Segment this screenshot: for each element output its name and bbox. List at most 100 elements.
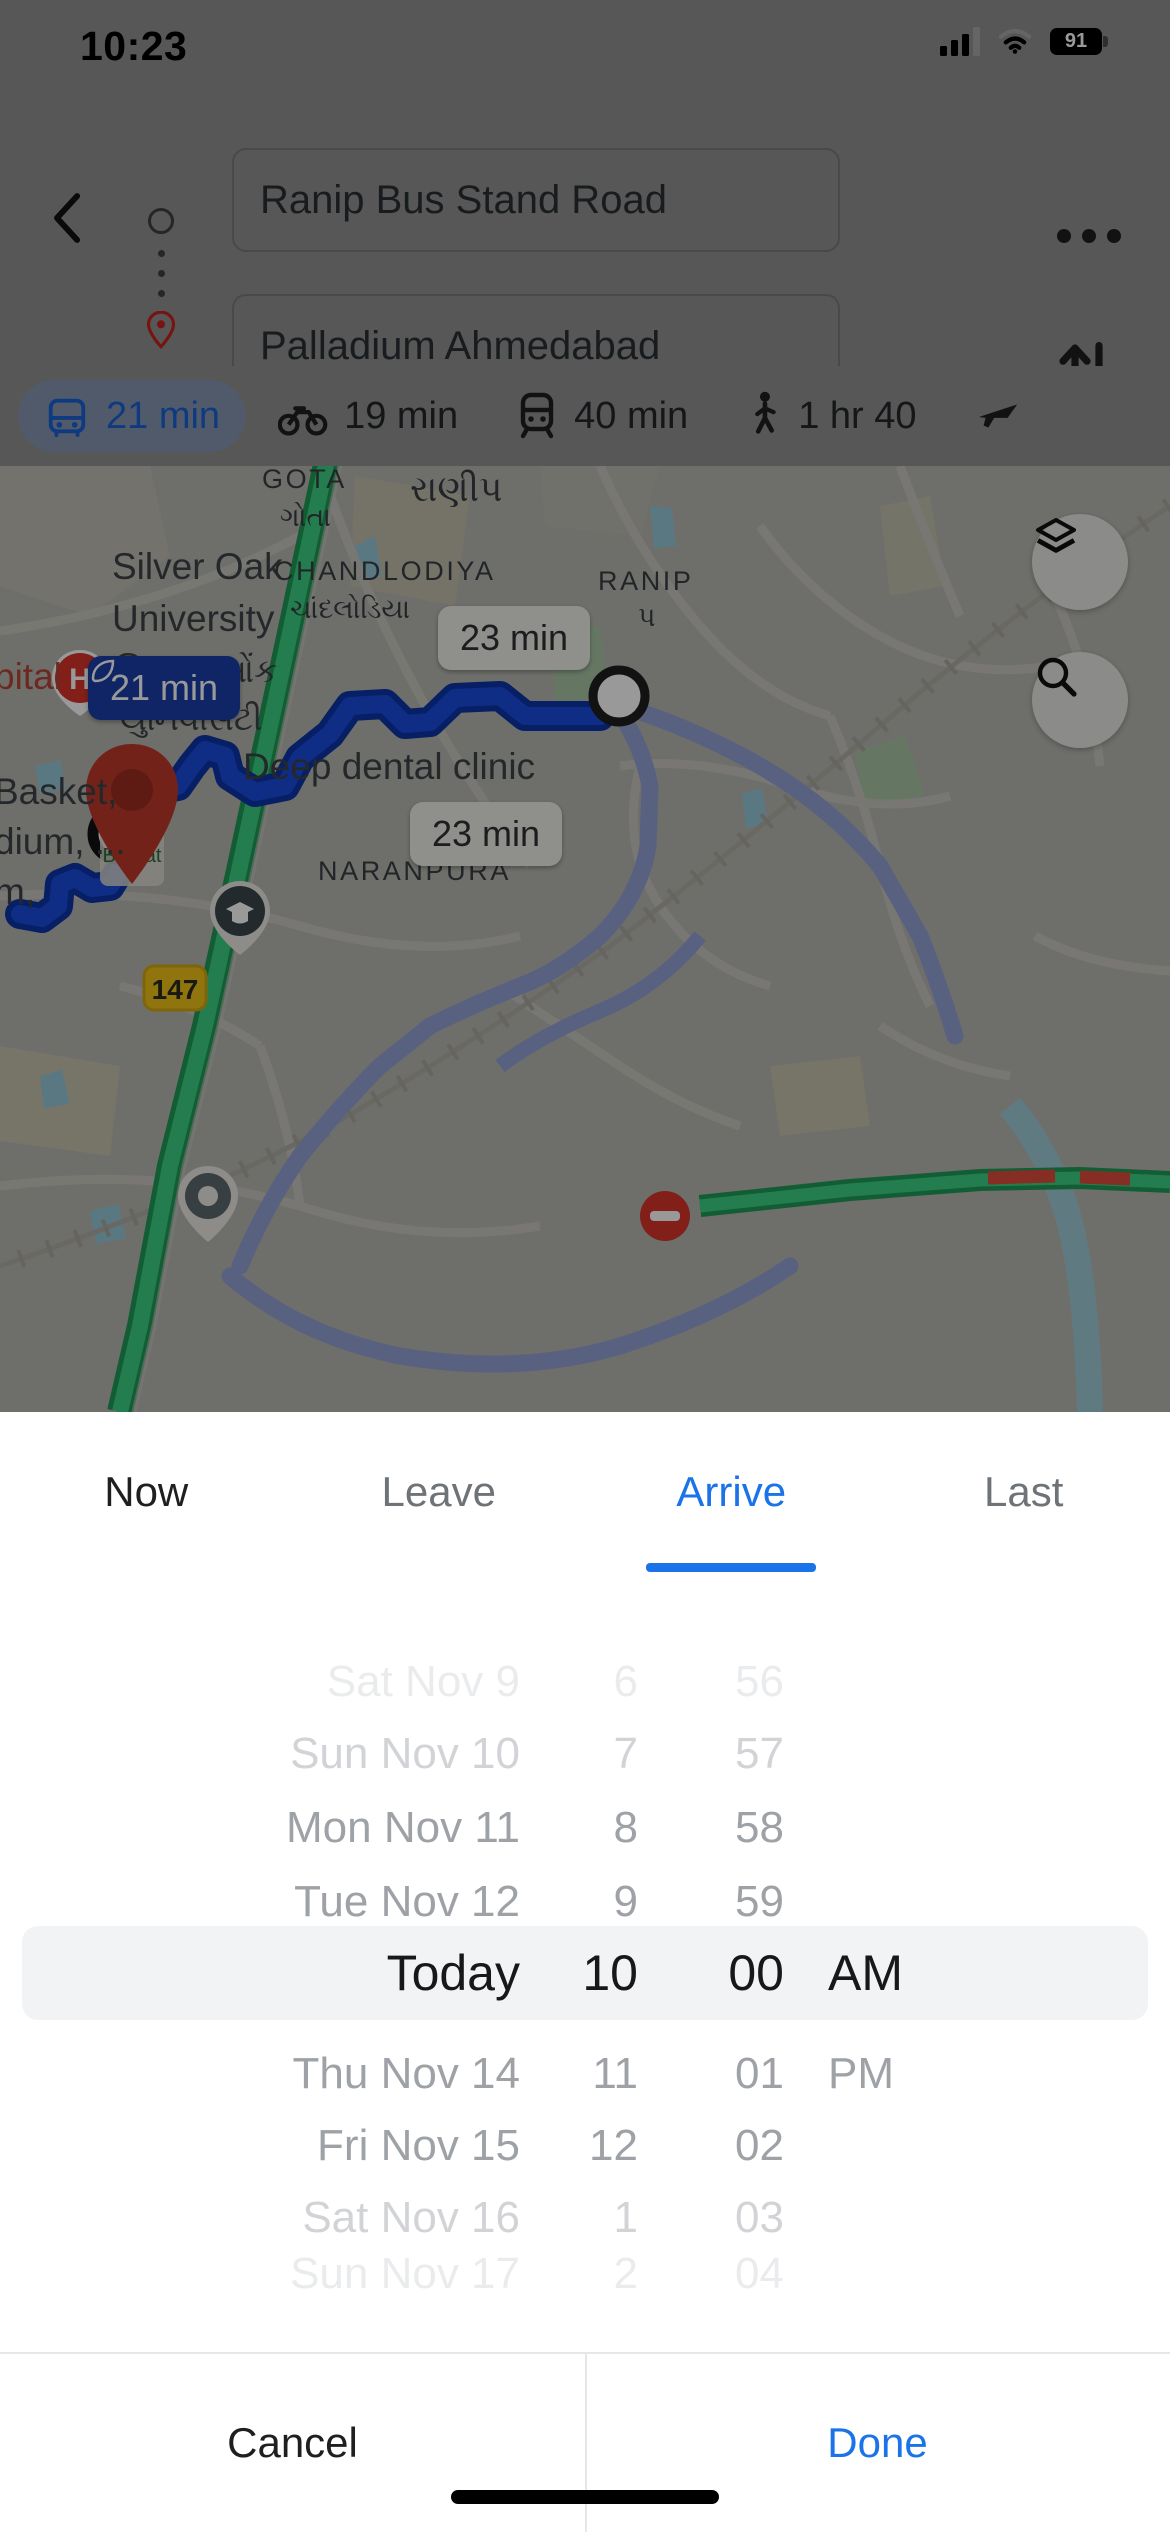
map-layers-button[interactable]: [1032, 514, 1128, 610]
origin-input-value: Ranip Bus Stand Road: [260, 177, 667, 222]
status-bar: 10:23 91: [0, 0, 1170, 100]
tab-now-label: Now: [104, 1468, 189, 1515]
motorcycle-icon: [278, 406, 328, 436]
map-layers-icon: [1036, 518, 1076, 553]
phone-screen: H Bharat: [0, 0, 1170, 2532]
picker-ampm-selected: AM: [828, 1945, 903, 2001]
picker-day: Mon Nov 11: [286, 1803, 520, 1852]
picker-day-selected: Today: [386, 1945, 520, 2001]
picker-min: 56: [735, 1657, 784, 1706]
sheet-footer: Cancel Done: [0, 2352, 1170, 2532]
picker-min: 04: [735, 2249, 784, 2298]
picker-hour: 2: [613, 2249, 638, 2298]
time-mode-tabs: Now Leave Arrive Last: [0, 1412, 1170, 1572]
eta-primary-text: 21 min: [110, 667, 219, 708]
picker-row[interactable]: Mon Nov 11 8 58: [0, 1786, 1170, 1870]
eta-alt-text-2: 23 min: [432, 813, 541, 854]
datetime-picker[interactable]: Sat Nov 9 6 56 Sun Nov 10 7 57 Mon Nov 1…: [0, 1590, 1170, 2350]
map-search-button[interactable]: [1032, 652, 1128, 748]
cancel-button[interactable]: Cancel: [0, 2354, 585, 2532]
picker-hour: 6: [613, 1657, 638, 1706]
travel-mode-motorcycle[interactable]: 19 min: [252, 380, 484, 452]
picker-hour-selected: 10: [582, 1945, 638, 2001]
eco-leaf-icon: [91, 659, 115, 683]
back-chevron-icon: [54, 193, 81, 243]
travel-mode-walking-label: 1 hr 40: [798, 394, 917, 437]
eta-alt-text-1: 23 min: [460, 617, 569, 658]
picker-min: 58: [735, 1803, 784, 1852]
done-button[interactable]: Done: [585, 2354, 1170, 2532]
picker-day: Tue Nov 12: [294, 1877, 520, 1926]
battery-level: 91: [1064, 29, 1088, 52]
walk-icon: [755, 391, 776, 434]
tab-leave-label: Leave: [381, 1468, 496, 1515]
travel-mode-transit[interactable]: 40 min: [490, 380, 714, 452]
origin-circle-icon: [148, 208, 174, 234]
directions-search-header: Ranip Bus Stand Road Palladium Ahmedabad: [0, 100, 1170, 402]
tab-leave[interactable]: Leave: [293, 1412, 586, 1572]
eta-alt-badge-1[interactable]: 23 min: [438, 606, 591, 670]
picker-row[interactable]: Sun Nov 17 2 04: [0, 2232, 1170, 2316]
destination-pin-icon: [146, 311, 176, 349]
picker-day: Thu Nov 14: [292, 2049, 520, 2098]
tab-arrive-label: Arrive: [676, 1468, 787, 1515]
status-bar-time: 10:23: [80, 23, 188, 69]
picker-day: Sun Nov 17: [290, 2249, 520, 2298]
picker-min: 01: [735, 2049, 784, 2098]
cellular-signal-icon: [940, 26, 980, 56]
transit-icon: [520, 392, 554, 439]
home-indicator[interactable]: [451, 2490, 719, 2504]
waypoint-dots-icon: [157, 250, 165, 297]
flight-icon: [978, 404, 1017, 428]
car-icon: [48, 398, 86, 438]
footer-divider: [585, 2354, 587, 2532]
travel-mode-tabs: 21 min 19 min 40 min 1 hr 40: [0, 366, 1170, 466]
travel-mode-driving[interactable]: 21 min: [18, 380, 247, 452]
tab-now[interactable]: Now: [0, 1412, 293, 1572]
wifi-icon: [998, 28, 1032, 54]
picker-hour: 9: [613, 1877, 638, 1926]
back-button[interactable]: [40, 188, 96, 248]
map-search-icon: [1037, 657, 1077, 697]
tab-active-underline: [646, 1563, 817, 1572]
time-picker-sheet: Now Leave Arrive Last Sat Nov 9 6 56 Sun…: [0, 1412, 1170, 2532]
picker-min-selected: 00: [728, 1945, 784, 2001]
picker-min: 57: [735, 1729, 784, 1778]
picker-row-selected[interactable]: Today 10 00 AM: [0, 1931, 1170, 2015]
tab-last-label: Last: [984, 1468, 1064, 1515]
eta-alt-badge-2[interactable]: 23 min: [410, 802, 563, 866]
destination-input-value: Palladium Ahmedabad: [260, 323, 661, 368]
tab-last[interactable]: Last: [878, 1412, 1170, 1572]
picker-day: Sun Nov 10: [290, 1729, 520, 1778]
cancel-button-label: Cancel: [227, 2419, 358, 2466]
picker-min: 59: [735, 1877, 784, 1926]
more-options-icon-dot3: [1107, 229, 1121, 243]
more-options-icon: [1057, 229, 1071, 243]
more-options-icon-dot2: [1082, 229, 1096, 243]
travel-mode-transit-label: 40 min: [574, 394, 689, 437]
map-canvas[interactable]: H Bharat: [0, 466, 1170, 1412]
travel-mode-walking[interactable]: 1 hr 40: [720, 380, 942, 452]
travel-mode-driving-label: 21 min: [106, 394, 221, 437]
battery-icon: 91: [1050, 27, 1108, 55]
eta-primary-badge[interactable]: 21 min: [88, 656, 241, 720]
picker-row[interactable]: Sun Nov 10 7 57: [0, 1712, 1170, 1796]
picker-hour: 7: [613, 1729, 638, 1778]
picker-hour: 8: [613, 1803, 638, 1852]
travel-mode-motorcycle-label: 19 min: [344, 394, 459, 437]
picker-day: Fri Nov 15: [317, 2121, 520, 2170]
travel-mode-flight[interactable]: [949, 380, 1063, 452]
picker-hour: 12: [589, 2121, 638, 2170]
done-button-label: Done: [827, 2419, 928, 2466]
waypoint-rail: [140, 208, 182, 388]
origin-input[interactable]: Ranip Bus Stand Road: [232, 148, 840, 252]
picker-min: 02: [735, 2121, 784, 2170]
picker-hour: 11: [592, 2049, 638, 2098]
picker-day: Sat Nov 9: [326, 1657, 520, 1706]
tab-arrive[interactable]: Arrive: [585, 1412, 878, 1572]
status-bar-icons: 91: [940, 26, 1108, 56]
more-options-button[interactable]: [1050, 208, 1128, 264]
map-and-search-section: H Bharat: [0, 0, 1170, 1412]
picker-ampm: PM: [828, 2049, 894, 2098]
svg-text:147: 147: [152, 974, 199, 1005]
